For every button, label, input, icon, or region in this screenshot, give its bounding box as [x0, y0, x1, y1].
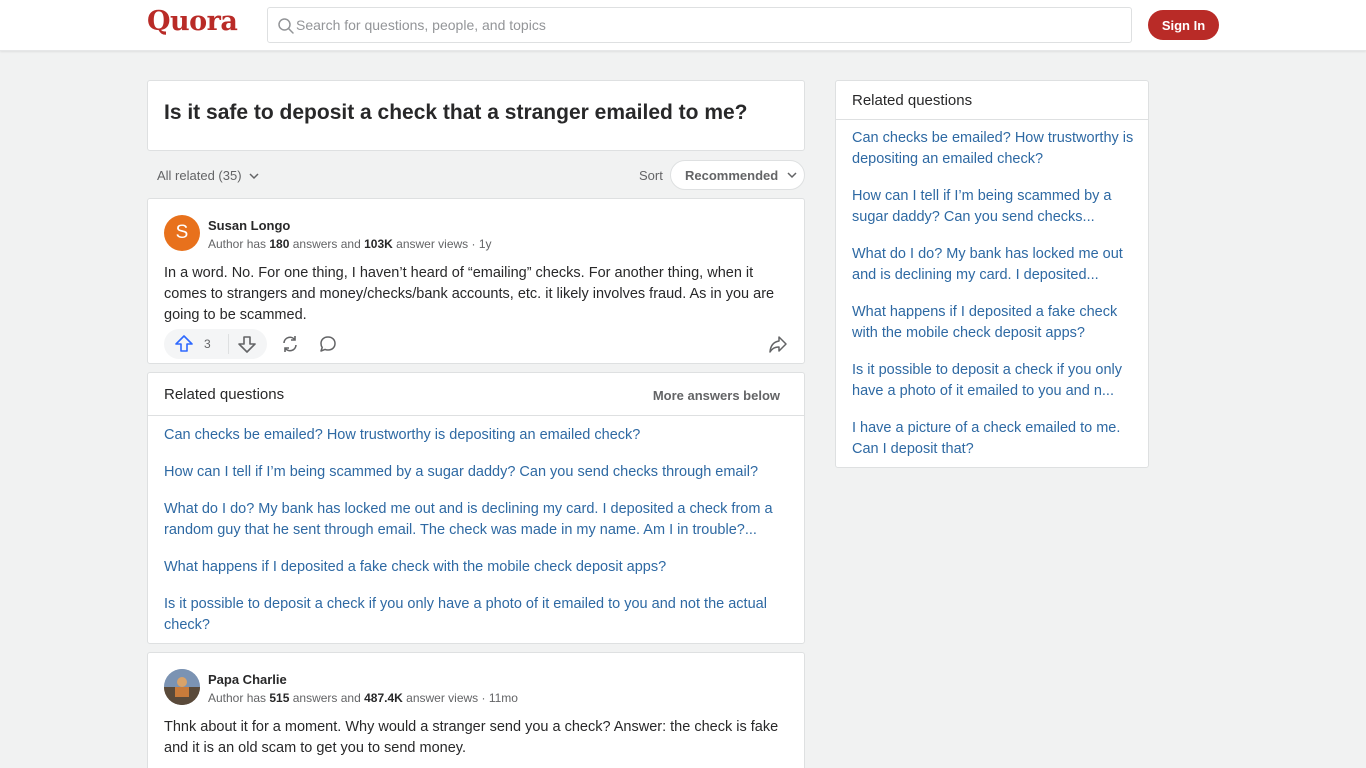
reshare-icon[interactable]: [280, 334, 300, 354]
quora-logo[interactable]: Quora: [147, 6, 238, 37]
sort-dropdown[interactable]: Recommended: [670, 160, 805, 190]
sidebar-title: Related questions: [852, 92, 973, 109]
sort-label: Sort: [639, 168, 663, 183]
share-icon[interactable]: [768, 334, 788, 354]
sidebar-related-link[interactable]: How can I tell if I’m being scammed by a…: [852, 186, 1136, 228]
sort-value: Recommended: [685, 167, 779, 183]
upvote-count: 3: [204, 337, 211, 351]
author-name[interactable]: Susan Longo: [208, 218, 290, 233]
question-title: Is it safe to deposit a check that a str…: [164, 101, 748, 124]
search-bar[interactable]: [267, 7, 1132, 43]
sidebar-header: Related questions: [836, 81, 1148, 120]
answer-actions: 3: [164, 329, 790, 359]
avatar[interactable]: S: [164, 215, 200, 251]
sidebar-related-link[interactable]: What do I do? My bank has locked me out …: [852, 244, 1136, 286]
vote-group: 3: [164, 329, 267, 359]
related-link[interactable]: What do I do? My bank has locked me out …: [164, 499, 790, 541]
comment-icon[interactable]: [318, 334, 338, 354]
answer-card: Papa Charlie Author has 515 answers and …: [147, 652, 805, 768]
sidebar-list: Can checks be emailed? How trustworthy i…: [852, 128, 1136, 476]
author-name[interactable]: Papa Charlie: [208, 672, 287, 687]
search-input[interactable]: [296, 8, 1116, 42]
sign-in-button[interactable]: Sign In: [1148, 10, 1219, 40]
related-title: Related questions: [164, 386, 285, 403]
chevron-down-icon: [787, 172, 797, 179]
more-answers-below-link[interactable]: More answers below: [653, 388, 780, 403]
sidebar-related-link[interactable]: Is it possible to deposit a check if you…: [852, 360, 1136, 402]
author-credential: Author has 180 answers and 103K answer v…: [208, 237, 492, 251]
sidebar-related-link[interactable]: What happens if I deposited a fake check…: [852, 302, 1136, 344]
answer-card: S Susan Longo Author has 180 answers and…: [147, 198, 805, 364]
question-card: Is it safe to deposit a check that a str…: [147, 80, 805, 151]
answer-text[interactable]: In a word. No. For one thing, I haven’t …: [164, 263, 784, 326]
chevron-down-icon: [249, 172, 259, 179]
avatar-photo: [164, 669, 200, 705]
author-credential: Author has 515 answers and 487.4K answer…: [208, 691, 518, 705]
top-header: Quora Sign In: [0, 0, 1366, 51]
filter-bar: All related (35) Sort Recommended: [147, 160, 805, 190]
avatar[interactable]: [164, 669, 200, 705]
vote-divider: [228, 334, 229, 354]
all-related-dropdown[interactable]: All related (35): [157, 168, 260, 183]
downvote-icon[interactable]: [237, 334, 257, 354]
sidebar-related-link[interactable]: I have a picture of a check emailed to m…: [852, 418, 1136, 460]
related-link[interactable]: Can checks be emailed? How trustworthy i…: [164, 425, 790, 446]
related-questions-inline: Related questions More answers below Can…: [147, 372, 805, 644]
related-questions-sidebar: Related questions Can checks be emailed?…: [835, 80, 1149, 468]
related-link[interactable]: How can I tell if I’m being scammed by a…: [164, 462, 790, 483]
sidebar-related-link[interactable]: Can checks be emailed? How trustworthy i…: [852, 128, 1136, 170]
search-icon: [278, 18, 294, 34]
answer-text[interactable]: Thnk about it for a moment. Why would a …: [164, 717, 784, 759]
all-related-label: All related (35): [157, 168, 242, 183]
related-list: Can checks be emailed? How trustworthy i…: [164, 425, 790, 652]
upvote-icon[interactable]: [174, 334, 194, 354]
related-header: Related questions More answers below: [148, 373, 804, 416]
related-link[interactable]: Is it possible to deposit a check if you…: [164, 594, 790, 636]
related-link[interactable]: What happens if I deposited a fake check…: [164, 557, 790, 578]
